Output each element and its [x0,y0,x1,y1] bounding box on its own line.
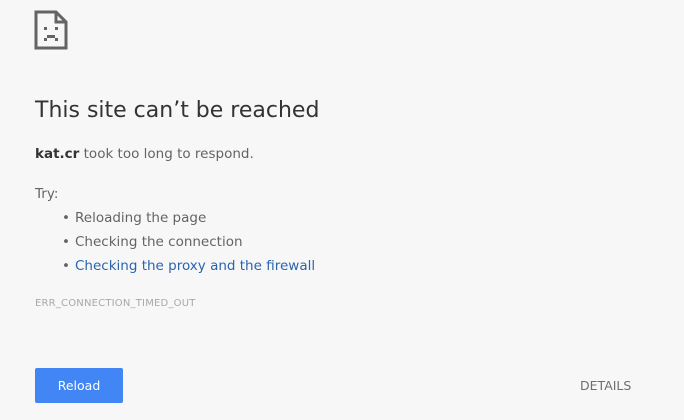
suggestion-label: Reloading the page [75,210,207,226]
error-summary: kat.cr took too long to respond. [35,146,254,162]
bullet-icon: • [62,234,70,250]
summary-text: took too long to respond. [79,146,254,162]
suggestion-reload: • Reloading the page [35,208,315,232]
bullet-icon: • [62,210,70,226]
try-label: Try: [35,186,59,202]
suggestion-label: Checking the connection [75,234,243,250]
sad-page-icon [34,10,68,50]
suggestion-connection: • Checking the connection [35,232,315,256]
host-name: kat.cr [35,146,80,162]
error-code: ERR_CONNECTION_TIMED_OUT [35,298,196,309]
reload-button[interactable]: Reload [35,368,123,403]
bullet-icon: • [62,258,70,274]
proxy-firewall-link[interactable]: Checking the proxy and the firewall [75,258,315,274]
suggestion-proxy-firewall: • Checking the proxy and the firewall [35,256,315,280]
details-button[interactable]: DETAILS [568,368,643,403]
suggestions-list: • Reloading the page • Checking the conn… [35,208,315,280]
page-title: This site can’t be reached [35,98,320,123]
error-page: This site can’t be reached kat.cr took t… [0,0,684,420]
